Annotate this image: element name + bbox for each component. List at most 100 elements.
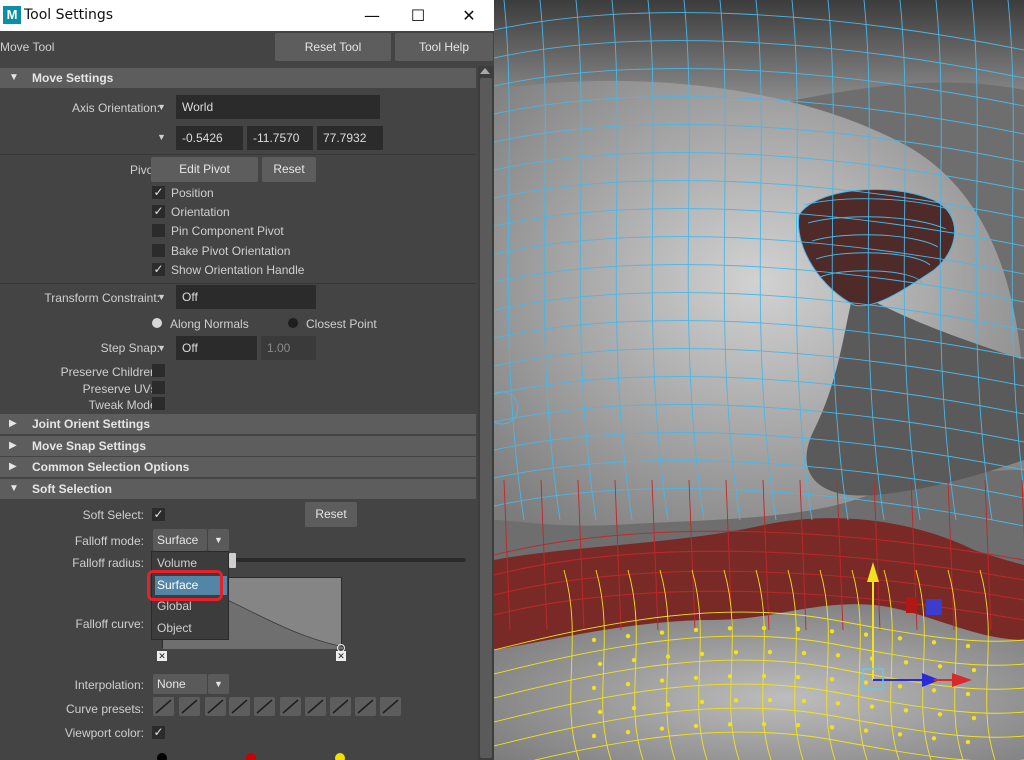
vertex-point [869,704,875,709]
coord-y-field[interactable]: -11.7570 [247,126,313,150]
axis-orientation-select[interactable]: World [176,95,380,119]
vertex-point [931,736,937,741]
falloff-radius-slider-handle[interactable] [229,553,236,568]
dropdown-arrow-icon[interactable]: ▼ [157,132,166,142]
title-bar[interactable]: M Tool Settings — ☐ ✕ [0,0,494,31]
tool-help-button[interactable]: Tool Help [395,33,493,61]
vertex-point [795,722,801,728]
vertical-scrollbar[interactable] [478,66,494,760]
step-snap-amount-field[interactable]: 1.00 [261,336,316,360]
dropdown-option-object[interactable]: Object [155,619,227,638]
scroll-up-arrow-icon[interactable] [480,68,490,74]
curve-preset-button[interactable] [280,697,301,716]
vertex-point [829,677,835,682]
vertex-point [665,702,671,707]
section-joint-orient-settings[interactable]: ▶ Joint Orient Settings [0,414,476,434]
vertex-point [597,661,603,667]
falloff-radius-slider-track[interactable] [232,558,466,562]
curve-preset-button[interactable] [305,697,326,716]
falloff-mode-select[interactable]: Surface [153,529,207,551]
reset-tool-button[interactable]: Reset Tool [275,33,391,61]
vertex-point [897,636,903,641]
bake-pivot-orientation-label: Bake Pivot Orientation [171,244,291,258]
3d-viewport[interactable] [494,0,1024,760]
along-normals-radio[interactable] [152,318,162,328]
section-common-selection-options[interactable]: ▶ Common Selection Options [0,457,476,477]
vertex-point [727,722,733,727]
bake-pivot-orientation-checkbox[interactable] [152,244,165,257]
transform-constraint-label: Transform Constraint: [44,291,160,305]
vertex-point [835,701,841,706]
closest-point-radio[interactable] [288,318,298,328]
color-key-yellow-icon[interactable] [335,753,345,760]
dropdown-arrow-icon[interactable]: ▼ [157,343,166,353]
maximize-icon[interactable]: ☐ [395,0,441,31]
viewport-canvas[interactable] [494,0,1024,760]
falloff-curve-label: Falloff curve: [75,617,144,631]
vertex-point [795,674,801,680]
close-icon[interactable]: ✕ [446,0,492,31]
vertex-point [659,726,665,731]
chevron-down-icon[interactable]: ▼ [208,674,229,694]
curve-preset-button[interactable] [205,697,226,716]
minimize-icon[interactable]: — [349,0,395,31]
color-key-black-icon[interactable] [157,753,167,760]
pivot-reset-button[interactable]: Reset [262,157,316,182]
vertex-point [931,640,937,645]
divider [0,283,476,284]
collapsed-arrow-icon: ▶ [9,418,17,429]
scrollbar-thumb[interactable] [480,78,492,758]
curve-preset-button[interactable] [229,697,250,716]
vertex-point [937,664,943,669]
curve-preset-button[interactable] [153,697,174,716]
curve-preset-button[interactable] [179,697,200,716]
chevron-down-icon[interactable]: ▼ [208,529,229,551]
dropdown-arrow-icon[interactable]: ▼ [157,292,166,302]
manipulator-plane-handle-blue[interactable] [926,599,942,615]
vertex-point [727,674,733,679]
curve-preset-button[interactable] [254,697,275,716]
interpolation-label: Interpolation: [74,678,144,692]
vertex-point [699,651,705,657]
edit-pivot-button[interactable]: Edit Pivot [151,157,258,182]
orientation-checkbox[interactable]: ✓ [152,205,165,218]
tool-name: Move Tool [0,40,55,54]
curve-presets-label: Curve presets: [65,702,144,716]
tweak-mode-checkbox[interactable] [152,397,165,410]
curve-key-start-icon[interactable]: ✕ [157,651,167,661]
step-snap-select[interactable]: Off [176,336,257,360]
vertex-point [761,721,767,727]
coord-z-field[interactable]: 77.7932 [317,126,383,150]
preserve-uvs-checkbox[interactable] [152,381,165,394]
section-soft-selection[interactable]: ▼ Soft Selection [0,479,476,499]
section-move-snap-settings[interactable]: ▶ Move Snap Settings [0,436,476,456]
curve-key-handle-icon[interactable] [337,644,345,652]
show-orientation-handle-checkbox[interactable]: ✓ [152,263,165,276]
transform-constraint-select[interactable]: Off [176,285,316,309]
soft-select-reset-button[interactable]: Reset [305,502,357,527]
color-key-red-icon[interactable] [246,753,256,760]
viewport-color-checkbox[interactable]: ✓ [152,726,165,739]
tool-settings-window: M Tool Settings — ☐ ✕ Move Tool Reset To… [0,0,494,760]
falloff-mode-label: Falloff mode: [74,534,144,548]
curve-key-end-icon[interactable]: ✕ [336,651,346,661]
vertex-point [659,630,665,635]
vertex-point [699,699,705,705]
preserve-children-checkbox[interactable] [152,364,165,377]
vertex-point [903,660,909,665]
pin-component-pivot-checkbox[interactable] [152,224,165,237]
coord-x-field[interactable]: -0.5426 [176,126,243,150]
show-orientation-handle-label: Show Orientation Handle [171,263,305,277]
position-checkbox[interactable]: ✓ [152,186,165,199]
soft-select-checkbox[interactable]: ✓ [152,508,165,521]
vertex-point [897,732,903,737]
section-move-settings[interactable]: ▼ Move Settings [0,68,476,88]
curve-preset-button[interactable] [355,697,376,716]
manipulator-plane-handle-red[interactable] [906,597,917,613]
section-title: Common Selection Options [32,460,190,474]
dropdown-arrow-icon[interactable]: ▼ [157,102,166,112]
curve-preset-button[interactable] [380,697,401,716]
section-title: Joint Orient Settings [32,417,151,431]
interpolation-select[interactable]: None [153,674,207,694]
curve-preset-button[interactable] [330,697,351,716]
